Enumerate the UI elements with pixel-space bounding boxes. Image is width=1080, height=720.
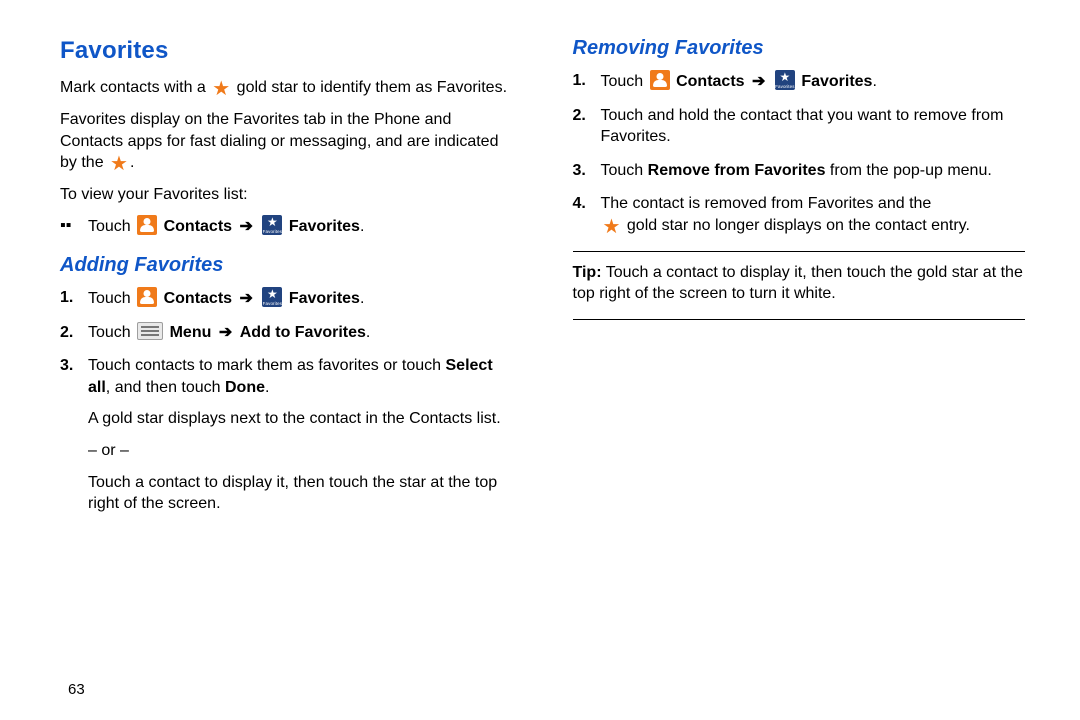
- label: Favorites: [801, 73, 872, 90]
- tip-label: Tip:: [573, 264, 602, 281]
- bullet-icon: ▪▪: [60, 215, 88, 238]
- contacts-icon: [137, 287, 157, 307]
- label: Add to Favorites: [240, 324, 366, 341]
- divider: [573, 319, 1026, 320]
- text: Touch contacts to mark them as favorites…: [88, 357, 446, 374]
- contacts-icon: [137, 215, 157, 235]
- text: .: [366, 324, 370, 341]
- subsection-title: Removing Favorites: [573, 35, 1026, 62]
- step-item: Touch Contacts ➔ ★Favorites Favorites.: [60, 287, 513, 310]
- star-icon: ★: [603, 216, 621, 238]
- right-column: Removing Favorites Touch Contacts ➔ ★Fav…: [573, 35, 1026, 720]
- tip-paragraph: Tip: Touch a contact to display it, then…: [573, 262, 1026, 305]
- intro-paragraph-2: Favorites display on the Favorites tab i…: [60, 109, 513, 174]
- menu-icon: [137, 322, 163, 340]
- removing-steps: Touch Contacts ➔ ★Favorites Favorites. T…: [573, 70, 1026, 237]
- label: Contacts: [676, 73, 744, 90]
- step-item: Touch Remove from Favorites from the pop…: [573, 160, 1026, 182]
- step-item: Touch Menu ➔ Add to Favorites.: [60, 322, 513, 344]
- page-number: 63: [68, 681, 85, 698]
- intro-paragraph-3: To view your Favorites list:: [60, 184, 513, 206]
- manual-page: Favorites Mark contacts with a ★ gold st…: [0, 0, 1080, 720]
- arrow-icon: ➔: [240, 218, 253, 235]
- intro-paragraph-1: Mark contacts with a ★ gold star to iden…: [60, 77, 513, 99]
- step-item: Touch and hold the contact that you want…: [573, 105, 1026, 148]
- label: Favorites: [289, 218, 360, 235]
- text: The contact is removed from Favorites an…: [601, 195, 932, 212]
- divider: [573, 251, 1026, 252]
- text: .: [360, 290, 364, 307]
- text: .: [872, 73, 876, 90]
- tip-text: Touch a contact to display it, then touc…: [573, 264, 1023, 303]
- label: Contacts: [164, 218, 232, 235]
- text: gold star no longer displays on the cont…: [627, 217, 970, 234]
- favorites-icon: ★Favorites: [262, 215, 282, 235]
- favorites-icon: ★Favorites: [775, 70, 795, 90]
- text: .: [360, 218, 364, 235]
- label: Done: [225, 379, 265, 396]
- text: .: [130, 154, 134, 171]
- subsection-title: Adding Favorites: [60, 252, 513, 279]
- step-alt: Touch a contact to display it, then touc…: [88, 472, 513, 515]
- text: Mark contacts with a: [60, 79, 210, 96]
- label: Remove from Favorites: [648, 162, 826, 179]
- star-icon: ★: [110, 153, 128, 175]
- text: Touch: [88, 218, 135, 235]
- text: gold star to identify them as Favorites.: [237, 79, 507, 96]
- arrow-icon: ➔: [219, 324, 232, 341]
- step-item: Touch Contacts ➔ ★Favorites Favorites.: [573, 70, 1026, 93]
- step-note: A gold star displays next to the contact…: [88, 408, 513, 430]
- bullet-item: ▪▪ Touch Contacts ➔ ★Favorites Favorites…: [60, 215, 513, 238]
- star-icon: ★: [212, 78, 230, 100]
- text: Touch: [601, 162, 648, 179]
- arrow-icon: ➔: [752, 73, 765, 90]
- text: from the pop-up menu.: [825, 162, 991, 179]
- bullet-text: Touch Contacts ➔ ★Favorites Favorites.: [88, 215, 364, 238]
- contacts-icon: [650, 70, 670, 90]
- step-item: The contact is removed from Favorites an…: [573, 193, 1026, 236]
- label: Favorites: [289, 290, 360, 307]
- favorites-icon: ★Favorites: [262, 287, 282, 307]
- label: Menu: [170, 324, 212, 341]
- step-item: Touch contacts to mark them as favorites…: [60, 355, 513, 515]
- text: Touch: [88, 290, 135, 307]
- text: Touch: [88, 324, 135, 341]
- text: Touch: [601, 73, 648, 90]
- label: Contacts: [164, 290, 232, 307]
- text: , and then touch: [106, 379, 225, 396]
- left-column: Favorites Mark contacts with a ★ gold st…: [60, 35, 513, 720]
- section-title: Favorites: [60, 35, 513, 67]
- arrow-icon: ➔: [240, 290, 253, 307]
- adding-steps: Touch Contacts ➔ ★Favorites Favorites. T…: [60, 287, 513, 515]
- or-separator: – or –: [88, 440, 513, 462]
- text: .: [265, 379, 269, 396]
